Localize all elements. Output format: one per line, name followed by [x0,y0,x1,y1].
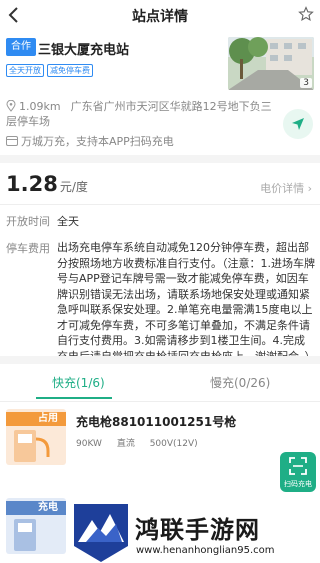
payment-info: 万城万充，支持本APP扫码充电 [6,133,174,149]
site-watermark: 鸿联手游网 www.henanhonglian95.com [70,502,320,563]
gun-status-image: 充电 [6,498,66,554]
station-photo[interactable]: 3 [228,37,314,90]
active-tab-indicator [36,397,112,399]
hours-value: 全天 [57,215,79,228]
navigation-arrow-icon [292,118,304,130]
charger-tabs: 快充(1/6) 慢充(0/26) [0,365,320,401]
gun-status-image: 占用 [6,409,66,465]
section-divider [0,356,320,364]
watermark-logo [74,504,128,562]
divider-line [0,401,320,402]
address-block: 1.09km 广东省广州市天河区华就路12号地下负三层停车场 [6,99,276,129]
gun-status-badge: 充电 [38,502,58,513]
scan-qr-icon [289,457,307,475]
price-value: 1.28 [6,172,58,196]
payment-card-icon [6,136,18,146]
tab-fast-charge[interactable]: 快充(1/6) [52,374,105,391]
gun-type: 直流 [116,439,135,449]
gun-power: 90KW [76,439,102,449]
location-pin-icon [6,100,16,112]
top-bar: 站点详情 [0,0,320,30]
favorite-star-icon[interactable] [298,6,314,22]
price-unit: 元/度 [59,180,88,194]
divider-line [0,204,320,205]
station-name: 三银大厦充电站 [38,43,130,58]
distance: 1.09km [19,100,61,113]
price: 1.28 元/度 [6,172,88,196]
gun-voltage: 500V(12V) [149,439,198,449]
page-title: 站点详情 [132,9,188,25]
fee-label: 停车费用 [6,242,50,255]
cooperation-badge: 合作 [6,38,36,56]
watermark-title: 鸿联手游网 [135,516,260,544]
tab-slow-charge[interactable]: 慢充(0/26) [210,374,270,391]
payment-text: 万城万充，支持本APP扫码充电 [21,135,174,148]
charging-gun-item[interactable]: 占用 充电枪881011001251号枪 90KW 直流 500V(12V) [6,409,314,465]
gun-name: 充电枪881011001251号枪 [76,415,237,429]
gun-specs: 90KW 直流 500V(12V) [76,436,210,449]
parking-fee-text: 出场充电停车系统自动减免120分钟停车费，超出部分按照场地方收费标准自行支付。（… [57,241,316,363]
tag-open-all-day: 全天开放 [6,64,44,77]
photo-count: 3 [300,78,312,88]
price-detail-link[interactable]: 电价详情 › [260,180,312,196]
section-divider [0,155,320,163]
navigate-button[interactable] [283,109,313,139]
gun-status-badge: 占用 [38,413,58,424]
scan-label: 扫码充电 [284,480,312,488]
hours-label: 开放时间 [6,215,50,228]
station-tags: 全天开放 减免停车费 [6,64,93,77]
tag-parking-waiver: 减免停车费 [47,64,93,77]
watermark-url: www.henanhonglian95.com [136,545,275,556]
scan-to-charge-button[interactable]: 扫码充电 [280,452,316,492]
